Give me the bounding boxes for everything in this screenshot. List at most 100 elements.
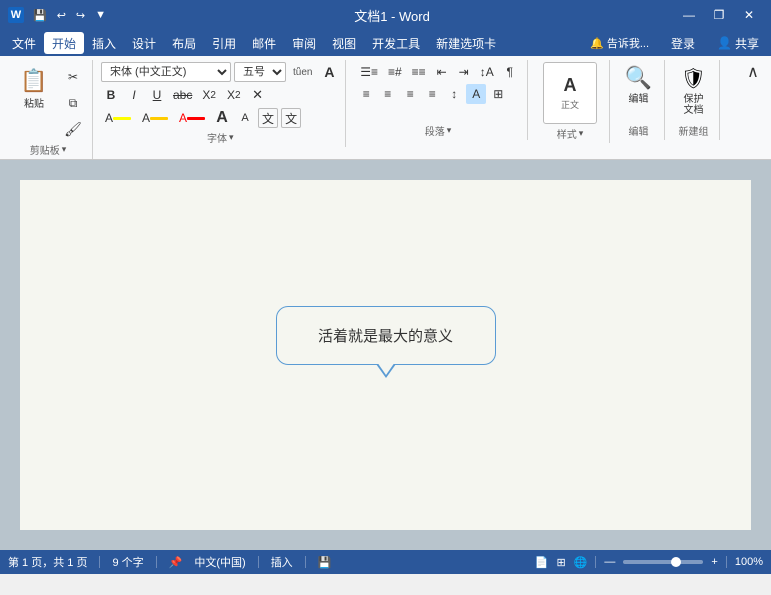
view-mode-read[interactable]: 📄 xyxy=(535,556,549,569)
menu-login[interactable]: 登录 xyxy=(663,32,703,54)
para-expand[interactable]: ▾ xyxy=(447,125,452,136)
font-size-aa1[interactable]: A xyxy=(212,108,232,128)
styles-expand[interactable]: ▾ xyxy=(579,128,584,139)
zoom-slider[interactable] xyxy=(623,560,703,564)
zoom-minus[interactable]: — xyxy=(604,556,615,568)
align-center[interactable]: ≡ xyxy=(378,84,398,104)
restore-button[interactable]: ❐ xyxy=(705,5,733,25)
bold-button[interactable]: B xyxy=(101,85,121,105)
styles-group-label: 样式 xyxy=(557,126,577,141)
protect-doc-button[interactable]: 🛡 保护文档 xyxy=(673,62,713,118)
collapse-ribbon-button[interactable]: ∧ xyxy=(743,62,763,82)
text-highlight-button[interactable]: A xyxy=(101,108,135,128)
menu-file[interactable]: 文件 xyxy=(4,32,44,54)
paste-label: 粘贴 xyxy=(24,99,44,111)
ribbon: 📋 粘贴 ✂ ⧉ 🖌 剪贴板 ▾ xyxy=(0,56,771,160)
close-button[interactable]: ✕ xyxy=(735,5,763,25)
search-icon: 🔍 xyxy=(624,64,652,92)
underline-button[interactable]: U xyxy=(147,85,167,105)
menu-references[interactable]: 引用 xyxy=(204,32,244,54)
format-painter-button[interactable]: 🖌 xyxy=(60,118,86,140)
macro-indicator: 📌 xyxy=(169,556,183,569)
style-normal[interactable]: A 正文 xyxy=(543,62,597,124)
sort-button[interactable]: ↕A xyxy=(476,62,498,82)
ribbon-group-new: 🛡 保护文档 新建组 xyxy=(667,60,720,140)
clipboard-expand[interactable]: ▾ xyxy=(62,144,67,155)
zoom-level[interactable]: 100% xyxy=(735,556,763,568)
word-icon: W xyxy=(8,7,24,23)
show-marks-button[interactable]: ¶ xyxy=(500,62,520,82)
multilevel-button[interactable]: ≡≡ xyxy=(408,62,430,82)
font-name-select[interactable]: 宋体 (中文正文) xyxy=(101,62,231,82)
menu-newtab[interactable]: 新建选项卡 xyxy=(428,32,504,54)
bubble-text: 活着就是最大的意义 xyxy=(318,328,453,345)
copy-button[interactable]: ⧉ xyxy=(60,92,86,114)
para-controls: ☰≡ ≡# ≡≡ ⇤ ⇥ ↕A ¶ ≡ ≡ ≡ ≡ xyxy=(356,62,519,104)
sep3 xyxy=(258,556,259,568)
document-page[interactable]: 活着就是最大的意义 xyxy=(20,180,751,530)
italic-button[interactable]: I xyxy=(124,85,144,105)
ribbon-group-styles: A 正文 样式 ▾ xyxy=(530,60,610,143)
menu-design[interactable]: 设计 xyxy=(124,32,164,54)
paste-button[interactable]: 📋 粘贴 xyxy=(10,62,58,114)
phonetic-button[interactable]: 文 xyxy=(258,108,278,128)
zoom-plus[interactable]: + xyxy=(711,556,717,568)
menu-review[interactable]: 审阅 xyxy=(284,32,324,54)
char-border-button[interactable]: 文 xyxy=(281,108,301,128)
align-right[interactable]: ≡ xyxy=(400,84,420,104)
font-size-select[interactable]: 五号 xyxy=(234,62,286,82)
sep4 xyxy=(305,556,306,568)
insert-mode[interactable]: 插入 xyxy=(271,554,293,570)
font-group-label: 字体 xyxy=(207,130,227,145)
menu-home[interactable]: 开始 xyxy=(44,32,84,54)
sep5 xyxy=(595,556,596,568)
qa-redo[interactable]: ↪ xyxy=(73,7,88,24)
justify[interactable]: ≡ xyxy=(422,84,442,104)
ribbon-group-edit: 🔍 编辑 编辑 xyxy=(612,60,665,140)
cut-button[interactable]: ✂ xyxy=(60,66,86,88)
shading-button[interactable]: A xyxy=(466,84,486,104)
minimize-button[interactable]: — xyxy=(675,5,703,25)
menu-share[interactable]: 👤共享 xyxy=(709,32,767,54)
edit-group-label: 编辑 xyxy=(628,123,648,138)
bullets-button[interactable]: ☰≡ xyxy=(356,62,382,82)
qa-save[interactable]: 💾 xyxy=(30,7,50,24)
line-spacing[interactable]: ↕ xyxy=(444,84,464,104)
font-grow-button[interactable]: A xyxy=(319,62,339,82)
font-size-aa2[interactable]: A xyxy=(235,108,255,128)
superscript-button[interactable]: X2 xyxy=(223,85,245,105)
menu-layout[interactable]: 布局 xyxy=(164,32,204,54)
view-mode-web[interactable]: 🌐 xyxy=(574,556,588,569)
find-replace-button[interactable]: 🔍 编辑 xyxy=(618,62,658,107)
font-color-button[interactable]: A xyxy=(175,108,209,128)
sep6 xyxy=(726,556,727,568)
qa-customize[interactable]: ▼ xyxy=(92,7,109,23)
strikethrough-button[interactable]: abc xyxy=(170,85,195,105)
border-button[interactable]: ⊞ xyxy=(488,84,508,104)
menu-tell[interactable]: 🔔 告诉我... xyxy=(582,32,657,54)
numbering-button[interactable]: ≡# xyxy=(384,62,406,82)
menu-mail[interactable]: 邮件 xyxy=(244,32,284,54)
clear-format-button[interactable]: ✕ xyxy=(248,85,268,105)
view-mode-print[interactable]: ⊞ xyxy=(557,556,566,569)
sep1 xyxy=(99,556,100,568)
increase-indent[interactable]: ⇥ xyxy=(454,62,474,82)
zoom-control[interactable] xyxy=(623,560,703,564)
decrease-indent[interactable]: ⇤ xyxy=(432,62,452,82)
font-expand[interactable]: ▾ xyxy=(229,132,234,143)
menu-developer[interactable]: 开发工具 xyxy=(364,32,428,54)
speech-bubble[interactable]: 活着就是最大的意义 xyxy=(276,306,496,365)
window-controls: — ❐ ✕ xyxy=(675,5,763,25)
ribbon-group-paragraph: ☰≡ ≡# ≡≡ ⇤ ⇥ ↕A ¶ ≡ ≡ ≡ ≡ xyxy=(348,60,528,140)
ribbon-group-clipboard: 📋 粘贴 ✂ ⧉ 🖌 剪贴板 ▾ xyxy=(4,60,93,159)
menu-insert[interactable]: 插入 xyxy=(84,32,124,54)
menu-view[interactable]: 视图 xyxy=(324,32,364,54)
align-left[interactable]: ≡ xyxy=(356,84,376,104)
subscript-button[interactable]: X2 xyxy=(198,85,220,105)
language: 中文(中国) xyxy=(194,554,245,570)
shield-icon: 🛡 xyxy=(679,64,707,92)
clipboard-label: 剪贴板 xyxy=(30,142,60,157)
font-controls: 宋体 (中文正文) 五号 tǖen A B I U xyxy=(101,62,339,128)
qa-undo[interactable]: ↩ xyxy=(54,7,69,24)
text-color-button[interactable]: A xyxy=(138,108,172,128)
